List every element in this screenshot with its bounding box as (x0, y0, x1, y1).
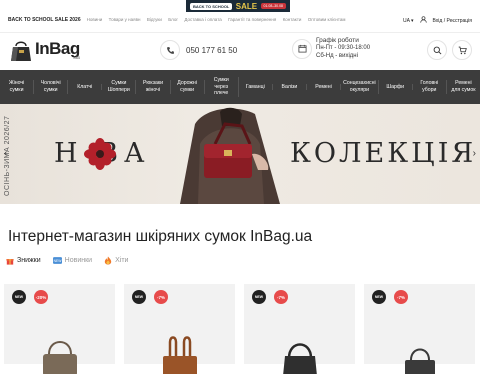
chevron-right-icon[interactable]: › (473, 148, 476, 159)
top-nav-wholesale[interactable]: Оптовим клієнтам (308, 17, 346, 22)
cat-women-bags[interactable]: Жіночі сумки (0, 80, 35, 94)
language-label: UA (402, 17, 410, 24)
promo-tag: BACK TO SCHOOL (190, 2, 233, 10)
phone-number[interactable]: 050 177 61 50 (186, 46, 237, 55)
header: InBag .ua 050 177 61 50 Графік роботи Пн… (0, 34, 480, 66)
user-icon (419, 16, 427, 25)
promo-sale: SALE (235, 1, 258, 11)
discount-badge: -20% (34, 290, 48, 304)
top-right: UA ▾ Вхід / Реєстрація (403, 16, 472, 25)
product-image (163, 336, 197, 374)
promo-banner[interactable]: BACK TO SCHOOL SALE 01.08–30.08 (186, 0, 290, 12)
cat-sunglasses[interactable]: Сонцезахисні окуляри (341, 80, 379, 94)
model-with-bag-image (180, 107, 280, 204)
discount-badge: -7% (154, 290, 168, 304)
cat-belts[interactable]: Ремені (307, 83, 342, 91)
product-card[interactable]: NEW -7% (244, 284, 355, 374)
new-badge: NEW (12, 290, 26, 304)
product-tabs: Знижки NEW Новинки Хіти (6, 256, 128, 265)
schedule-title: Графік роботи (316, 37, 359, 44)
phone-block[interactable]: 050 177 61 50 (160, 40, 237, 60)
gift-icon (6, 258, 14, 265)
cat-bag-straps[interactable]: Ремені для сумок (447, 80, 480, 94)
calendar-icon (292, 38, 312, 59)
tab-new-label: Новинки (64, 257, 93, 264)
category-nav: Жіночі сумки Чоловічі сумки Клатчі Сумки Шо… (0, 70, 480, 104)
top-nav-warranty[interactable]: Гарантії та повернення (228, 17, 276, 22)
cat-scarves[interactable]: Шарфи (379, 83, 413, 91)
tab-hits[interactable]: Хіти (104, 256, 128, 265)
cat-suitcases[interactable]: Валізи (273, 83, 307, 91)
product-image (283, 343, 317, 374)
schedule-block: Графік роботи Пн-Пт - 09:30-18:00 Сб-Нд … (292, 37, 370, 60)
top-nav-stock[interactable]: Товари у наявн (109, 17, 141, 22)
product-card[interactable]: NEW -7% (364, 284, 475, 374)
schedule-weekend: Сб-Нд - вихідні (316, 52, 358, 59)
hero-banner[interactable]: ОСІНЬ-ЗИМА 2026/27 Н ВА КОЛЕКЦІЯ ‹ › (0, 104, 480, 204)
discount-badge: -7% (394, 290, 408, 304)
product-image (43, 341, 77, 374)
cat-headwear[interactable]: Головні убори (413, 80, 447, 94)
cart-icon[interactable] (452, 40, 472, 60)
svg-text:NEW: NEW (53, 259, 61, 263)
promo-dates: 01.08–30.08 (260, 3, 286, 9)
new-badge: NEW (372, 290, 386, 304)
cat-shoppers[interactable]: Сумки Шоппери (102, 80, 137, 94)
new-icon: NEW (52, 257, 62, 264)
logo-text: InBag (35, 38, 80, 58)
product-image (405, 348, 435, 374)
page-title: Інтернет-магазин шкіряних сумок InBag.ua (8, 228, 313, 245)
product-grid: NEW -20% NEW -7% NEW -7% NEW -7% (4, 284, 476, 374)
language-select[interactable]: UA ▾ (403, 18, 414, 24)
new-badge: NEW (132, 290, 146, 304)
flower-icon (84, 138, 116, 170)
product-card[interactable]: NEW -20% (4, 284, 115, 374)
top-nav-blog[interactable]: Блог (168, 17, 178, 22)
login-link[interactable]: Вхід / Реєстрація (433, 18, 472, 24)
cat-wallets[interactable]: Гаманці (239, 83, 273, 91)
sale-link[interactable]: BACK TO SCHOOL SALE 2026 (8, 17, 81, 23)
fire-icon (104, 256, 112, 265)
tab-discounts-label: Знижки (17, 257, 41, 264)
logo[interactable]: InBag .ua (10, 38, 80, 62)
top-nav-contacts[interactable]: Контакти (283, 17, 302, 22)
hero-word-collection: КОЛЕКЦІЯ (290, 138, 477, 169)
top-nav-reviews[interactable]: Відгуки (147, 17, 162, 22)
divider (0, 32, 480, 33)
search-icon[interactable] (427, 40, 447, 60)
logo-bag-icon (11, 41, 31, 61)
schedule-weekdays: Пн-Пт - 09:30-18:00 (316, 45, 371, 52)
cat-backpacks[interactable]: Рюкзаки жіночі (136, 80, 171, 94)
phone-icon (160, 40, 180, 60)
cat-travel-bags[interactable]: Дорожні сумки (171, 80, 205, 94)
tab-new[interactable]: NEW Новинки (52, 256, 93, 265)
tab-discounts[interactable]: Знижки (6, 256, 41, 265)
new-badge: NEW (252, 290, 266, 304)
cat-clutches[interactable]: Клатчі (68, 83, 103, 91)
discount-badge: -7% (274, 290, 288, 304)
top-nav-delivery[interactable]: Доставка і оплата (184, 17, 221, 22)
chevron-left-icon[interactable]: ‹ (4, 148, 7, 159)
tab-hits-label: Хіти (115, 257, 129, 264)
chevron-down-icon: ▾ (411, 17, 414, 24)
header-actions (427, 40, 472, 60)
cat-crossbody[interactable]: Сумки через плече (205, 76, 239, 98)
top-nav-news[interactable]: Новини (87, 17, 103, 22)
top-nav: Новини Товари у наявн Відгуки Блог Доста… (87, 17, 351, 23)
product-card[interactable]: NEW -7% (124, 284, 235, 374)
cat-men-bags[interactable]: Чоловічі сумки (34, 80, 69, 94)
